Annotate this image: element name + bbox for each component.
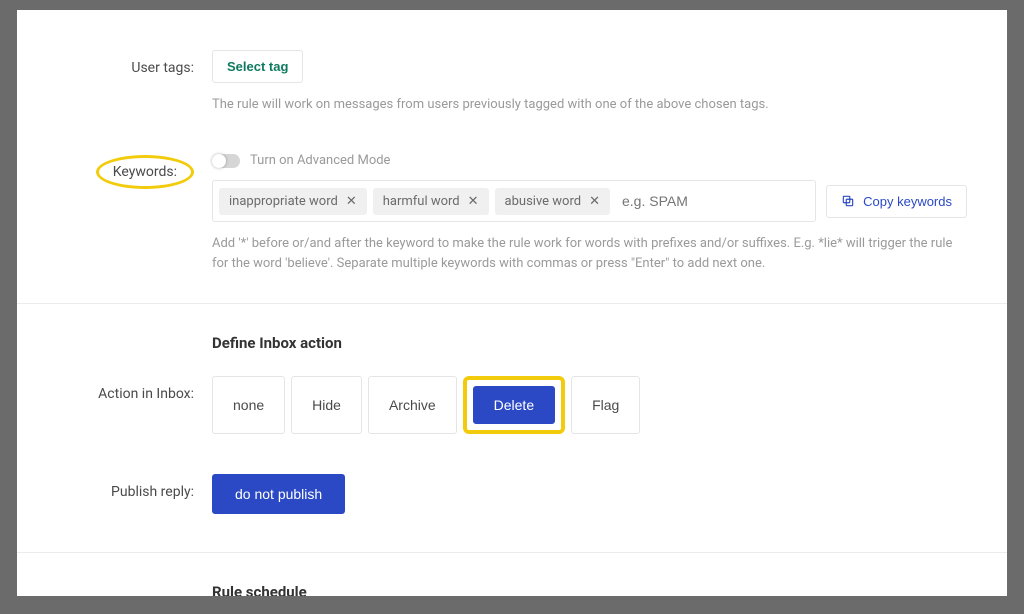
inbox-action-group: none Hide Archive Delete Flag xyxy=(212,376,640,434)
user-tags-label: User tags: xyxy=(17,50,212,76)
inbox-action-delete[interactable]: Delete xyxy=(473,386,555,424)
remove-chip-icon[interactable]: ✕ xyxy=(589,194,600,209)
keyword-chip-label: harmful word xyxy=(383,194,460,209)
keywords-label: Keywords: xyxy=(96,155,194,189)
keyword-chip: inappropriate word ✕ xyxy=(219,188,367,215)
publish-reply-label: Publish reply: xyxy=(17,474,212,500)
rule-schedule-title: Rule schedule xyxy=(212,553,967,596)
copy-keywords-label: Copy keywords xyxy=(863,194,952,209)
keyword-text-input[interactable] xyxy=(616,187,809,215)
keywords-helper: Add '*' before or/and after the keyword … xyxy=(212,234,967,273)
highlighted-delete: Delete xyxy=(463,376,565,434)
copy-keywords-button[interactable]: Copy keywords xyxy=(826,185,967,218)
copy-icon xyxy=(841,194,855,208)
select-tag-button[interactable]: Select tag xyxy=(212,50,303,83)
inbox-action-flag[interactable]: Flag xyxy=(571,376,640,434)
remove-chip-icon[interactable]: ✕ xyxy=(468,194,479,209)
keyword-chip: harmful word ✕ xyxy=(373,188,489,215)
publish-reply-button[interactable]: do not publish xyxy=(212,474,345,514)
keywords-chip-input[interactable]: inappropriate word ✕ harmful word ✕ abus… xyxy=(212,180,816,222)
remove-chip-icon[interactable]: ✕ xyxy=(346,194,357,209)
inbox-action-archive[interactable]: Archive xyxy=(368,376,457,434)
keyword-chip: abusive word ✕ xyxy=(495,188,610,215)
advanced-mode-toggle[interactable] xyxy=(212,154,240,168)
inbox-action-title: Define Inbox action xyxy=(212,304,967,366)
action-in-inbox-label: Action in Inbox: xyxy=(17,376,212,402)
inbox-action-hide[interactable]: Hide xyxy=(291,376,362,434)
user-tags-helper: The rule will work on messages from user… xyxy=(212,95,967,115)
inbox-action-none[interactable]: none xyxy=(212,376,285,434)
keyword-chip-label: inappropriate word xyxy=(229,194,338,209)
keyword-chip-label: abusive word xyxy=(505,194,582,209)
rule-settings-modal: User tags: Select tag The rule will work… xyxy=(17,10,1007,596)
advanced-mode-toggle-label: Turn on Advanced Mode xyxy=(250,153,390,168)
